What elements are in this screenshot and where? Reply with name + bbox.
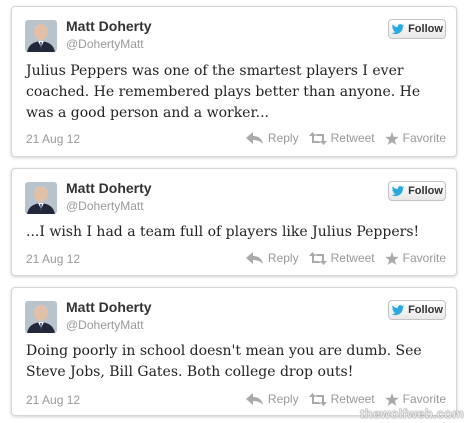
- reply-button[interactable]: Reply: [245, 251, 299, 265]
- retweet-icon: [308, 251, 327, 265]
- retweet-button[interactable]: Retweet: [308, 251, 375, 265]
- reply-label: Reply: [267, 251, 299, 265]
- favorite-label: Favorite: [402, 131, 446, 145]
- author-handle[interactable]: @DohertyMatt: [66, 37, 144, 51]
- tweet-actions: Reply Retweet Favorite: [236, 251, 446, 265]
- retweet-button[interactable]: Retweet: [308, 131, 375, 145]
- author-handle[interactable]: @DohertyMatt: [66, 318, 144, 332]
- avatar[interactable]: [25, 301, 57, 333]
- retweet-label: Retweet: [330, 251, 375, 265]
- tweet-card: Matt Doherty @DohertyMatt Follow ...I wi…: [11, 168, 457, 276]
- tweet-text: Doing poorly in school doesn't mean you …: [26, 343, 422, 380]
- retweet-label: Retweet: [330, 392, 375, 406]
- author-name[interactable]: Matt Doherty: [66, 18, 152, 34]
- retweet-label: Retweet: [330, 131, 375, 145]
- favorite-button[interactable]: Favorite: [384, 251, 446, 265]
- star-icon: [384, 131, 399, 145]
- tweet-date[interactable]: 21 Aug 12: [26, 252, 80, 266]
- tweet-actions: Reply Retweet Favorite: [236, 392, 446, 406]
- retweet-icon: [308, 392, 327, 406]
- tweet-date[interactable]: 21 Aug 12: [26, 132, 80, 146]
- reply-label: Reply: [267, 392, 299, 406]
- tweet-card: Matt Doherty @DohertyMatt Follow Doing p…: [11, 287, 457, 416]
- tweet-date[interactable]: 21 Aug 12: [26, 393, 80, 407]
- reply-label: Reply: [267, 131, 299, 145]
- follow-label: Follow: [408, 185, 443, 197]
- reply-button[interactable]: Reply: [245, 392, 299, 406]
- follow-button[interactable]: Follow: [388, 19, 446, 39]
- follow-label: Follow: [408, 304, 443, 316]
- retweet-icon: [308, 131, 327, 145]
- star-icon: [384, 251, 399, 265]
- favorite-button[interactable]: Favorite: [384, 131, 446, 145]
- tweet-card: Matt Doherty @DohertyMatt Follow Julius …: [11, 6, 457, 157]
- reply-button[interactable]: Reply: [245, 131, 299, 145]
- author-handle[interactable]: @DohertyMatt: [66, 199, 144, 213]
- tweet-text: Julius Peppers was one of the smartest p…: [26, 63, 421, 121]
- favorite-label: Favorite: [402, 392, 446, 406]
- follow-label: Follow: [408, 23, 443, 35]
- reply-icon: [245, 252, 263, 264]
- twitter-bird-icon: [391, 23, 405, 34]
- watermark: thewolfweb.com: [360, 406, 464, 421]
- retweet-button[interactable]: Retweet: [308, 392, 375, 406]
- twitter-bird-icon: [391, 304, 405, 315]
- reply-icon: [245, 393, 263, 405]
- follow-button[interactable]: Follow: [388, 300, 446, 320]
- author-name[interactable]: Matt Doherty: [66, 180, 152, 196]
- avatar[interactable]: [25, 20, 57, 52]
- twitter-bird-icon: [391, 185, 405, 196]
- follow-button[interactable]: Follow: [388, 181, 446, 201]
- avatar[interactable]: [25, 182, 57, 214]
- favorite-label: Favorite: [402, 251, 446, 265]
- tweet-text: ...I wish I had a team full of players l…: [26, 224, 420, 240]
- star-icon: [384, 392, 399, 406]
- tweet-actions: Reply Retweet Favorite: [236, 131, 446, 145]
- reply-icon: [245, 132, 263, 144]
- author-name[interactable]: Matt Doherty: [66, 299, 152, 315]
- favorite-button[interactable]: Favorite: [384, 392, 446, 406]
